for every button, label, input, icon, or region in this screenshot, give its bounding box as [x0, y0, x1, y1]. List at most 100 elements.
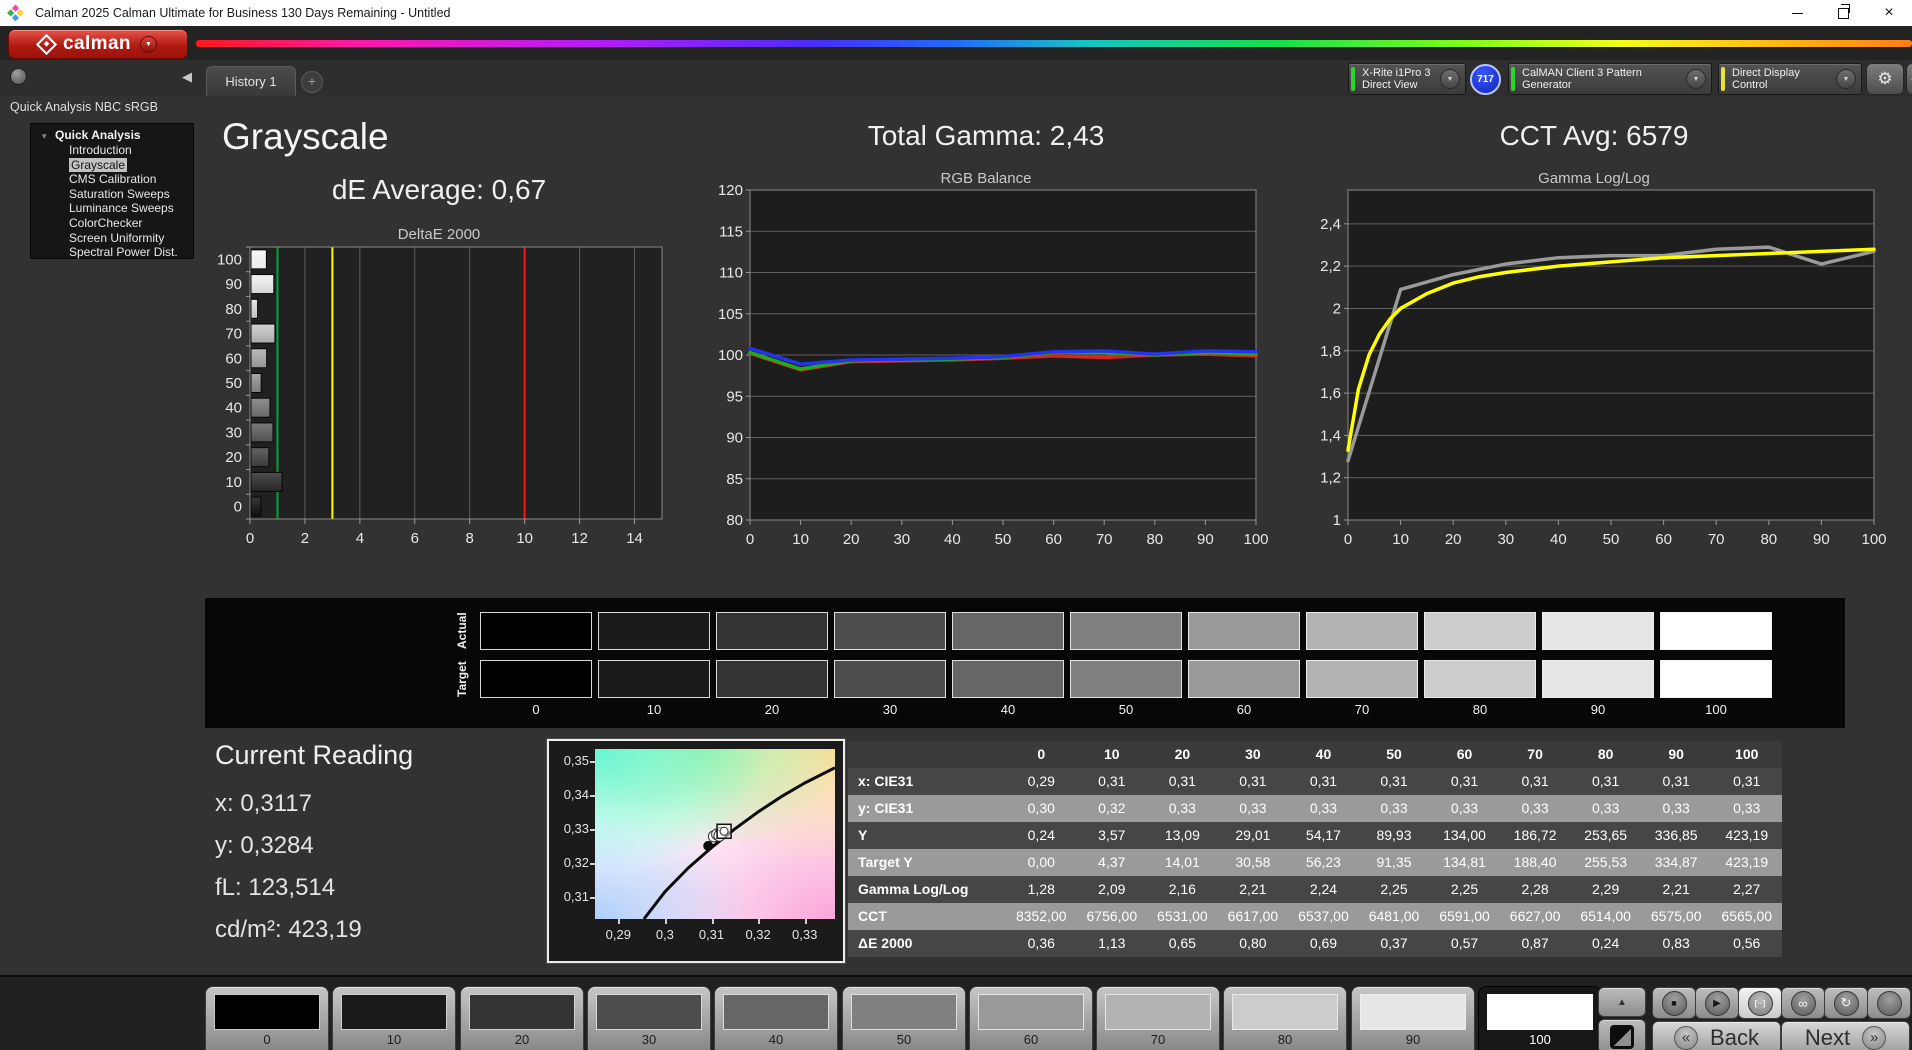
pattern-swatch	[1105, 994, 1211, 1030]
loop-icon: ∞	[1791, 991, 1816, 1016]
table-row-label: x: CIE31	[848, 768, 1006, 795]
play-button[interactable]: ▶	[1695, 987, 1739, 1019]
pattern-window-button[interactable]	[1598, 1019, 1646, 1050]
pattern-level-label: 30	[588, 1032, 710, 1047]
sidebar-item-saturation-sweeps[interactable]: Saturation Sweeps	[31, 187, 193, 202]
cie-overlay-svg	[595, 749, 835, 919]
table-column-header: 90	[1641, 741, 1712, 768]
pattern-swatch	[1232, 994, 1338, 1030]
svg-text:0: 0	[1344, 531, 1352, 548]
target-swatch-90	[1542, 660, 1654, 698]
minimize-button[interactable]	[1774, 0, 1820, 26]
sidebar-item-introduction[interactable]: Introduction	[31, 143, 193, 158]
toolbar: ◀ History 1 + X-Rite i1Pro 3 Direct View…	[0, 60, 1912, 96]
table-cell: 6481,00	[1359, 903, 1430, 930]
pattern-level-label: 50	[843, 1032, 965, 1047]
pattern-level-button-30[interactable]: 30	[587, 986, 711, 1050]
svg-text:50: 50	[225, 375, 242, 392]
table-cell: 2,27	[1711, 876, 1782, 903]
table-column-header: 80	[1570, 741, 1641, 768]
table-cell: 2,24	[1288, 876, 1359, 903]
svg-text:8: 8	[466, 530, 474, 547]
actual-swatch-80	[1424, 612, 1536, 650]
restore-button[interactable]	[1820, 0, 1866, 26]
sidebar-item-colorchecker[interactable]: ColorChecker	[31, 216, 193, 231]
pattern-level-button-70[interactable]: 70	[1096, 986, 1220, 1050]
back-button[interactable]: «Back	[1652, 1021, 1781, 1050]
next-button[interactable]: Next»	[1781, 1021, 1910, 1050]
more-button[interactable]	[1867, 987, 1911, 1019]
svg-text:70: 70	[225, 326, 242, 343]
deltae-bar-0	[251, 497, 261, 516]
cie-x-tick	[758, 919, 760, 924]
deltae-bar-80	[251, 299, 258, 318]
pattern-level-button-10[interactable]: 10	[332, 986, 456, 1050]
cie-y-tick	[590, 829, 595, 831]
loop-button[interactable]: ∞	[1781, 987, 1825, 1019]
settings-gear-button[interactable]: ⚙	[1866, 63, 1904, 95]
meter-reading-badge[interactable]: 717	[1470, 64, 1501, 95]
pattern-swatch	[978, 994, 1084, 1030]
sidebar-item-screen-uniformity[interactable]: Screen Uniformity	[31, 231, 193, 246]
svg-text:90: 90	[726, 430, 743, 447]
deltae-bar-40	[251, 398, 270, 417]
pattern-level-button-50[interactable]: 50	[842, 986, 966, 1050]
target-swatch-40	[952, 660, 1064, 698]
close-button[interactable]: ×	[1866, 0, 1912, 26]
pattern-level-button-60[interactable]: 60	[969, 986, 1093, 1050]
sidebar-item-spectral-power-dist-[interactable]: Spectral Power Dist.	[31, 245, 193, 260]
display-control-dropdown[interactable]: Direct Display Control ▼	[1718, 63, 1862, 95]
swatch-column-label: 30	[834, 702, 946, 717]
target-swatch-30	[834, 660, 946, 698]
chevron-down-icon: ▼	[1440, 69, 1460, 89]
tree-node-root[interactable]: ▾Quick Analysis	[31, 128, 193, 143]
sidebar-item-label: Screen Uniformity	[69, 231, 164, 245]
pattern-level-button-40[interactable]: 40	[714, 986, 838, 1050]
svg-text:50: 50	[1603, 531, 1620, 548]
pattern-swatch	[1487, 994, 1593, 1030]
pattern-level-button-80[interactable]: 80	[1223, 986, 1347, 1050]
pattern-level-button-0[interactable]: 0	[205, 986, 329, 1050]
table-cell: 1,13	[1077, 930, 1148, 957]
table-cell: 2,25	[1359, 876, 1430, 903]
svg-text:100: 100	[1861, 531, 1886, 548]
pattern-level-button-20[interactable]: 20	[460, 986, 584, 1050]
cie-x-tick-label: 0,29	[598, 927, 638, 942]
deltae-bar-10	[251, 472, 282, 491]
more-icon	[1877, 991, 1902, 1016]
pattern-level-button-100[interactable]: 100	[1478, 986, 1602, 1050]
table-cell: 4,37	[1077, 849, 1148, 876]
add-tab-button[interactable]: +	[301, 71, 323, 93]
pattern-size-button[interactable]: [··]	[1738, 987, 1782, 1019]
panel-dot-button[interactable]	[10, 68, 27, 85]
stop-button[interactable]: ■	[1652, 987, 1696, 1019]
pattern-size-icon: [··]	[1748, 991, 1773, 1016]
cie-x-tick-label: 0,3	[645, 927, 685, 942]
chevron-down-icon: ▼	[140, 36, 157, 53]
tab-history-1[interactable]: History 1	[206, 66, 296, 96]
table-cell: 0,33	[1218, 795, 1289, 822]
target-swatch-100	[1660, 660, 1772, 698]
swatch-column-label: 10	[598, 702, 710, 717]
sidebar-collapse-icon[interactable]: ◀	[182, 69, 192, 85]
pattern-level-label: 40	[715, 1032, 837, 1047]
table-cell: 0,83	[1641, 930, 1712, 957]
workflow-title: Quick Analysis NBC sRGB	[10, 100, 158, 114]
pattern-level-button-90[interactable]: 90	[1351, 986, 1475, 1050]
swatch-column-label: 70	[1306, 702, 1418, 717]
sync-button[interactable]: ↻	[1824, 987, 1868, 1019]
svg-text:1,8: 1,8	[1320, 343, 1341, 360]
table-cell: 0,33	[1570, 795, 1641, 822]
collapse-panel-button[interactable]: ◀	[1906, 63, 1912, 95]
calman-logo-menu-button[interactable]: calman ▼	[8, 29, 188, 59]
target-swatch-60	[1188, 660, 1300, 698]
meter-dropdown[interactable]: X-Rite i1Pro 3 Direct View ▼	[1348, 63, 1466, 95]
sidebar-item-luminance-sweeps[interactable]: Luminance Sweeps	[31, 201, 193, 216]
pattern-swatch	[341, 994, 447, 1030]
sidebar-item-grayscale[interactable]: Grayscale	[31, 158, 193, 173]
window-size-up-button[interactable]: ▲	[1598, 987, 1646, 1017]
pattern-source-dropdown[interactable]: CalMAN Client 3 Pattern Generator ▼	[1508, 63, 1712, 95]
table-cell: 0,31	[1359, 768, 1430, 795]
sidebar-item-cms-calibration[interactable]: CMS Calibration	[31, 172, 193, 187]
pattern-swatch	[851, 994, 957, 1030]
